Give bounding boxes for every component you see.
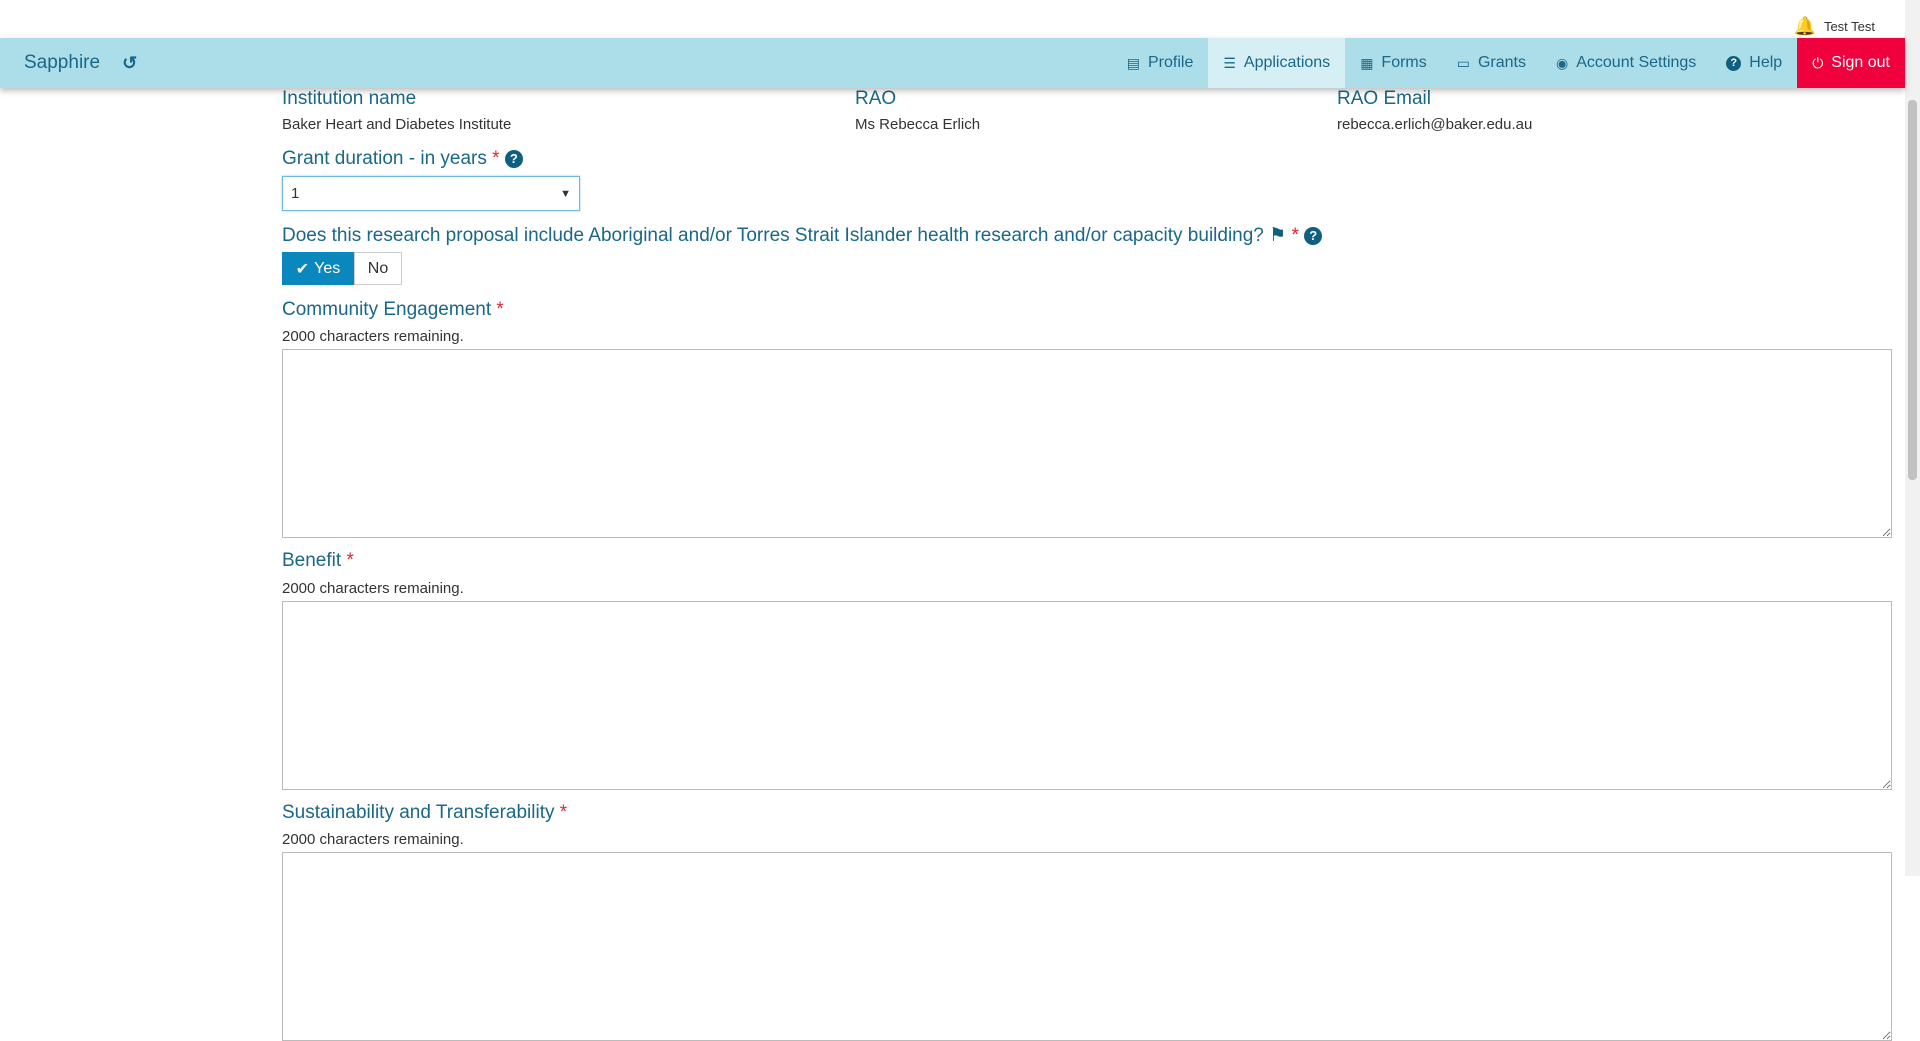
sustainability-label: Sustainability and Transferability * bbox=[282, 802, 567, 824]
atsi-question: Does this research proposal include Abor… bbox=[282, 224, 1323, 247]
history-icon[interactable]: ↺ bbox=[122, 53, 137, 74]
benefit-label: Benefit * bbox=[282, 550, 354, 572]
user-name: Test Test bbox=[1823, 19, 1875, 34]
sustainability-textarea[interactable] bbox=[282, 852, 1892, 1041]
label-text: Community Engagement bbox=[282, 299, 492, 320]
grant-duration-label: Grant duration - in years * ? bbox=[282, 148, 523, 170]
bell-icon[interactable]: 🔔 bbox=[1794, 16, 1816, 37]
no-label: No bbox=[367, 259, 389, 277]
top-bar: 🔔 Test Test bbox=[0, 0, 1905, 38]
institution-value: Baker Heart and Diabetes Institute bbox=[282, 116, 512, 133]
community-engagement-textarea[interactable] bbox=[282, 349, 1892, 538]
list-icon: ☰ bbox=[1223, 54, 1236, 71]
newspaper-icon: ▦ bbox=[1360, 54, 1374, 71]
required-marker: * bbox=[559, 802, 568, 823]
flag-icon: ⚑ bbox=[1269, 225, 1287, 246]
power-icon: ⏻ bbox=[1812, 54, 1824, 71]
nav-label: Account Settings bbox=[1576, 54, 1697, 71]
selected-value: 1 bbox=[291, 185, 300, 202]
benefit-remaining: 2000 characters remaining. bbox=[282, 580, 464, 597]
user-menu[interactable]: 🔔 Test Test bbox=[1794, 16, 1875, 37]
label-text: Does this research proposal include Abor… bbox=[282, 225, 1264, 246]
nav-label: Grants bbox=[1477, 54, 1526, 71]
yes-label: Yes bbox=[314, 259, 341, 277]
nav-account-settings[interactable]: ◉ Account Settings bbox=[1541, 38, 1711, 88]
nav-help[interactable]: ? Help bbox=[1711, 38, 1797, 88]
scrollbar[interactable] bbox=[1905, 0, 1920, 876]
benefit-textarea[interactable] bbox=[282, 601, 1892, 790]
nav-label: Profile bbox=[1147, 54, 1194, 71]
sign-out-label: Sign out bbox=[1831, 54, 1890, 71]
nav-applications[interactable]: ☰ Applications bbox=[1208, 38, 1346, 88]
rao-email-label: RAO Email bbox=[1337, 88, 1431, 109]
community-engagement-remaining: 2000 characters remaining. bbox=[282, 328, 464, 345]
atsi-toggle: ✔ Yes No bbox=[282, 252, 402, 285]
check-icon: ✔ bbox=[295, 260, 310, 278]
institution-label: Institution name bbox=[282, 88, 417, 109]
nav-profile[interactable]: ▤ Profile bbox=[1112, 38, 1209, 88]
desktop-icon: ▭ bbox=[1456, 54, 1470, 71]
nav-label: Help bbox=[1749, 54, 1783, 71]
label-text: Sustainability and Transferability bbox=[282, 802, 555, 823]
navbar: Sapphire ↺ ▤ Profile ☰ Applications ▦ Forms… bbox=[0, 38, 1905, 88]
nav-label: Applications bbox=[1243, 54, 1331, 71]
required-marker: * bbox=[346, 550, 354, 571]
no-button[interactable]: No bbox=[354, 252, 402, 285]
rao-label: RAO bbox=[855, 88, 897, 109]
label-text: Grant duration - in years bbox=[282, 148, 487, 169]
rao-value: Ms Rebecca Erlich bbox=[855, 116, 981, 133]
label-text: Benefit bbox=[282, 550, 342, 571]
grant-duration-select[interactable]: 1 ▼ bbox=[282, 176, 580, 211]
help-icon[interactable]: ? bbox=[1304, 226, 1323, 245]
nav-label: Forms bbox=[1381, 54, 1427, 71]
help-icon[interactable]: ? bbox=[504, 149, 523, 168]
nav-grants[interactable]: ▭ Grants bbox=[1442, 38, 1541, 88]
rao-email-value: rebecca.erlich@baker.edu.au bbox=[1337, 116, 1533, 133]
sustainability-remaining: 2000 characters remaining. bbox=[282, 831, 464, 848]
question-circle-icon: ? bbox=[1726, 55, 1742, 71]
nav-forms[interactable]: ▦ Forms bbox=[1345, 38, 1442, 88]
user-circle-icon: ◉ bbox=[1556, 54, 1569, 71]
scrollbar-thumb[interactable] bbox=[1908, 100, 1917, 480]
required-marker: * bbox=[496, 299, 504, 320]
chevron-down-icon: ▼ bbox=[560, 187, 571, 200]
sign-out-button[interactable]: ⏻ Sign out bbox=[1797, 38, 1905, 88]
yes-button[interactable]: ✔ Yes bbox=[282, 252, 354, 285]
community-engagement-label: Community Engagement * bbox=[282, 299, 504, 321]
id-card-icon: ▤ bbox=[1126, 54, 1140, 71]
required-marker: * bbox=[492, 148, 500, 169]
brand[interactable]: Sapphire bbox=[24, 52, 100, 74]
required-marker: * bbox=[1291, 225, 1299, 246]
